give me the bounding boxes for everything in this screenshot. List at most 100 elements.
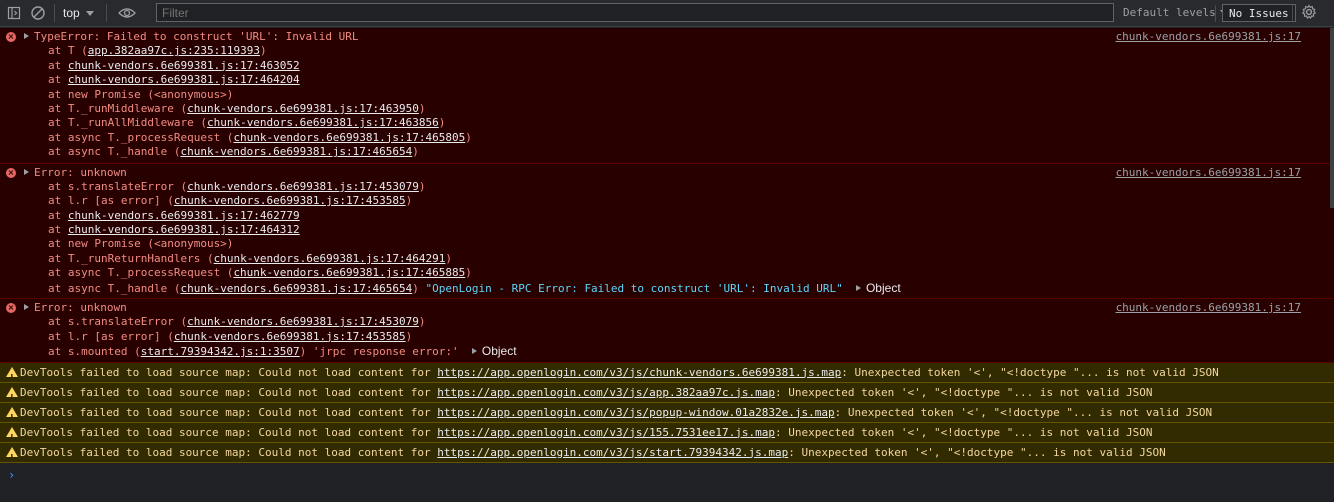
stack-frame-text: ) — [438, 116, 446, 130]
stack-frame: at s.translateError (chunk-vendors.6e699… — [0, 315, 1334, 329]
stack-frame: at s.mounted (start.79394342.js:1:3507) … — [0, 344, 1334, 358]
stack-frame-link[interactable]: chunk-vendors.6e699381.js:17:453079 — [187, 315, 419, 328]
stack-frame-link[interactable]: chunk-vendors.6e699381.js:17:453585 — [174, 194, 406, 207]
stack-frame-text: at async T._processRequest ( — [48, 130, 234, 144]
stack-frame-text: ) — [259, 44, 267, 58]
stack-frame-link[interactable]: chunk-vendors.6e699381.js:17:463856 — [207, 116, 439, 129]
eye-icon[interactable] — [117, 3, 137, 23]
stack-frame-link[interactable]: chunk-vendors.6e699381.js:17:465654 — [180, 145, 412, 158]
warning-icon: ! — [6, 426, 18, 442]
stack-frame-text: ) — [418, 315, 426, 329]
context-label: top — [63, 6, 80, 20]
stack-frame: at chunk-vendors.6e699381.js:17:463052 — [0, 59, 1334, 73]
stack-frame-link[interactable]: app.382aa97c.js:235:119393 — [88, 44, 260, 57]
issues-label: No Issues — [1229, 6, 1289, 20]
stack-frame-link[interactable]: chunk-vendors.6e699381.js:17:463950 — [187, 102, 419, 115]
warning-text: : Unexpected token '<', "<!doctype "... … — [788, 445, 1166, 459]
stack-frame-text: ) — [405, 329, 413, 343]
object-preview[interactable]: Object — [482, 344, 517, 358]
warning-message: ! DevTools failed to load source map: Cou… — [0, 402, 1334, 423]
stack-frame-link[interactable]: chunk-vendors.6e699381.js:17:453079 — [187, 180, 419, 193]
filter-input[interactable] — [156, 3, 1114, 22]
stack-frame-link[interactable]: chunk-vendors.6e699381.js:17:465885 — [233, 266, 465, 279]
issues-button[interactable]: No Issues — [1222, 4, 1296, 22]
sidebar-toggle-icon[interactable] — [4, 3, 24, 23]
stack-frame-text: at s.mounted ( — [48, 345, 141, 359]
stack-frame: at s.translateError (chunk-vendors.6e699… — [0, 180, 1334, 194]
stack-frame: at chunk-vendors.6e699381.js:17:462779 — [0, 209, 1334, 223]
expand-triangle-icon[interactable] — [24, 33, 29, 39]
stack-frame: at async T._processRequest (chunk-vendor… — [0, 131, 1334, 145]
stack-frame: at async T._handle (chunk-vendors.6e6993… — [0, 145, 1334, 159]
stack-frame-link[interactable]: chunk-vendors.6e699381.js:17:464204 — [68, 73, 300, 86]
stack-frame-text: ) — [465, 266, 472, 280]
error-title: Error: unknown — [34, 301, 127, 315]
stack-frame-text: at async T._handle ( — [48, 281, 181, 295]
warning-icon: ! — [6, 406, 18, 422]
source-map-link[interactable]: https://app.openlogin.com/v3/js/155.7531… — [437, 426, 775, 439]
stack-frame-text: at l.r [as error] ( — [48, 194, 174, 208]
warning-text: DevTools failed to load source map: Coul… — [20, 445, 438, 459]
stack-frame: at T._runMiddleware (chunk-vendors.6e699… — [0, 102, 1334, 116]
stack-frame-link[interactable]: chunk-vendors.6e699381.js:17:465654 — [180, 282, 412, 295]
error-title-row[interactable]: Error: unknown — [0, 166, 1334, 180]
stack-frame-link[interactable]: chunk-vendors.6e699381.js:17:453585 — [174, 330, 406, 343]
source-map-link[interactable]: https://app.openlogin.com/v3/js/chunk-ve… — [437, 366, 841, 379]
source-map-link[interactable]: https://app.openlogin.com/v3/js/popup-wi… — [437, 406, 834, 419]
warning-text: DevTools failed to load source map: Coul… — [20, 425, 438, 439]
log-levels-label: Default levels — [1123, 6, 1216, 19]
stack-frame-text: at — [48, 73, 68, 87]
stack-frame-text: at T._runAllMiddleware ( — [48, 116, 207, 130]
stack-frame-text: at s.translateError ( — [48, 179, 188, 193]
clear-console-icon[interactable] — [28, 3, 48, 23]
expand-triangle-icon[interactable] — [24, 168, 29, 175]
stack-frame: at l.r [as error] (chunk-vendors.6e69938… — [0, 330, 1334, 344]
stack-frame-link[interactable]: chunk-vendors.6e699381.js:17:465805 — [233, 131, 465, 144]
stack-frame-text: ) — [445, 251, 452, 265]
toolbar-divider — [1292, 5, 1293, 22]
stack-frame: at chunk-vendors.6e699381.js:17:464204 — [0, 73, 1334, 87]
scrollbar[interactable] — [1330, 28, 1334, 208]
expand-triangle-icon[interactable] — [24, 304, 29, 311]
warning-text-row: DevTools failed to load source map: Coul… — [0, 383, 1334, 402]
stack-frame-link[interactable]: chunk-vendors.6e699381.js:17:463052 — [68, 59, 300, 72]
toolbar-divider — [54, 4, 55, 22]
error-title-row[interactable]: Error: unknown — [0, 301, 1334, 315]
log-levels-dropdown[interactable]: Default levels — [1123, 6, 1228, 19]
stack-frame-text: at — [48, 208, 68, 222]
error-message: × chunk-vendors.6e699381.js:17 Error: unkn… — [0, 299, 1334, 363]
logged-string: 'jrpc response error:' — [306, 345, 459, 359]
stack-frame: at l.r [as error] (chunk-vendors.6e69938… — [0, 194, 1334, 208]
logged-string: "OpenLogin - RPC Error: Failed to constr… — [418, 281, 843, 295]
warning-text: DevTools failed to load source map: Coul… — [20, 385, 438, 399]
object-preview[interactable]: Object — [866, 281, 901, 295]
warning-text: DevTools failed to load source map: Coul… — [20, 365, 438, 379]
warning-message: ! DevTools failed to load source map: Cou… — [0, 422, 1334, 443]
stack-frame-link[interactable]: chunk-vendors.6e699381.js:17:462779 — [68, 209, 300, 222]
error-title: TypeError: Failed to construct 'URL': In… — [34, 30, 359, 43]
console-prompt[interactable]: › — [8, 468, 15, 482]
stack-frame-link[interactable]: chunk-vendors.6e699381.js:17:464291 — [214, 252, 446, 265]
warning-text: : Unexpected token '<', "<!doctype "... … — [841, 365, 1219, 379]
gear-icon[interactable] — [1301, 4, 1317, 23]
warning-message: ! DevTools failed to load source map: Cou… — [0, 382, 1334, 403]
stack-frame-text: at T._runMiddleware ( — [48, 101, 188, 115]
stack-frame-text: at new Promise (<anonymous>) — [48, 87, 234, 101]
error-title-row[interactable]: TypeError: Failed to construct 'URL': In… — [0, 30, 1334, 44]
source-map-link[interactable]: https://app.openlogin.com/v3/js/app.382a… — [437, 386, 775, 399]
error-title: Error: unknown — [34, 165, 127, 179]
warning-text: DevTools failed to load source map: Coul… — [20, 405, 438, 419]
stack-frame-link[interactable]: start.79394342.js:1:3507 — [141, 345, 300, 358]
context-selector[interactable]: top — [63, 6, 94, 20]
stack-frame-link[interactable]: chunk-vendors.6e699381.js:17:464312 — [68, 223, 300, 236]
warning-message: ! DevTools failed to load source map: Cou… — [0, 442, 1334, 463]
expand-triangle-icon[interactable] — [471, 348, 477, 355]
toolbar-divider — [1215, 5, 1216, 22]
stack-frame-text: ) — [412, 145, 419, 159]
stack-frame-text: at T ( — [48, 44, 88, 58]
stack-frame: at chunk-vendors.6e699381.js:17:464312 — [0, 223, 1334, 237]
stack-frame-text: ) — [418, 101, 426, 115]
source-map-link[interactable]: https://app.openlogin.com/v3/js/start.79… — [437, 446, 788, 459]
expand-triangle-icon[interactable] — [855, 284, 861, 291]
stack-frame: at async T._handle (chunk-vendors.6e6993… — [0, 281, 1334, 295]
